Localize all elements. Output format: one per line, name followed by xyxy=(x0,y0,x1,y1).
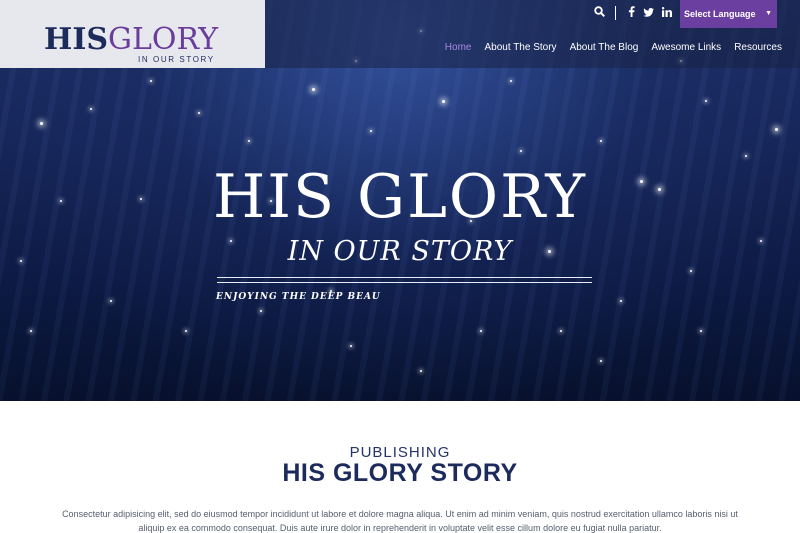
star xyxy=(198,112,200,114)
twitter-icon[interactable] xyxy=(643,6,654,20)
star xyxy=(350,345,352,347)
chevron-down-icon: ▼ xyxy=(765,10,772,17)
hero-divider-top xyxy=(217,277,592,278)
icon-separator xyxy=(615,6,616,20)
star xyxy=(90,108,92,110)
header-bar: Select Language ▼ Home About The Story A… xyxy=(265,0,800,68)
nav-item-about-the-blog[interactable]: About The Blog xyxy=(570,42,639,53)
star xyxy=(620,300,622,302)
hero-tagline: ENJOYING THE DEEP BEAU xyxy=(216,292,381,302)
section-heading: HIS GLORY STORY xyxy=(282,459,518,487)
star xyxy=(560,330,562,332)
logo-wordmark: HISGLORY xyxy=(44,24,218,56)
star xyxy=(600,360,602,362)
star xyxy=(480,330,482,332)
star xyxy=(185,330,187,332)
nav-item-home[interactable]: Home xyxy=(445,42,472,53)
publishing-section: PUBLISHING HIS GLORY STORY Consectetur a… xyxy=(0,401,800,533)
header-icons xyxy=(594,6,672,20)
facebook-icon[interactable] xyxy=(628,6,635,20)
section-paragraph: Consectetur adipisicing elit, sed do eiu… xyxy=(62,509,738,533)
star xyxy=(705,100,707,102)
nav-item-awesome-links[interactable]: Awesome Links xyxy=(651,42,721,53)
star xyxy=(110,300,112,302)
logo-glory: GLORY xyxy=(108,22,218,57)
star xyxy=(370,130,372,132)
star xyxy=(312,88,315,91)
main-nav: Home About The Story About The Blog Awes… xyxy=(445,42,782,53)
star xyxy=(30,330,32,332)
hero-title: HIS GLORY xyxy=(212,162,588,232)
star xyxy=(420,370,422,372)
star xyxy=(690,270,692,272)
star xyxy=(150,80,152,82)
star xyxy=(745,155,747,157)
star xyxy=(40,122,43,125)
hero-divider-bottom xyxy=(217,282,592,283)
logo-subtitle: IN OUR STORY xyxy=(138,55,215,64)
star xyxy=(260,310,262,312)
linkedin-icon[interactable] xyxy=(661,6,672,20)
star xyxy=(442,100,445,103)
nav-item-resources[interactable]: Resources xyxy=(734,42,782,53)
star xyxy=(775,128,778,131)
star xyxy=(600,140,602,142)
logo-his: HIS xyxy=(44,22,109,57)
site-logo[interactable]: HISGLORY IN OUR STORY xyxy=(0,0,265,68)
star xyxy=(510,80,512,82)
star xyxy=(700,330,702,332)
language-select[interactable]: Select Language ▼ xyxy=(680,0,777,28)
star xyxy=(248,140,250,142)
language-select-label: Select Language xyxy=(684,9,756,19)
hero-subtitle: IN OUR STORY xyxy=(287,236,513,267)
nav-item-about-the-story[interactable]: About The Story xyxy=(484,42,556,53)
star xyxy=(520,150,522,152)
search-icon[interactable] xyxy=(594,6,606,20)
